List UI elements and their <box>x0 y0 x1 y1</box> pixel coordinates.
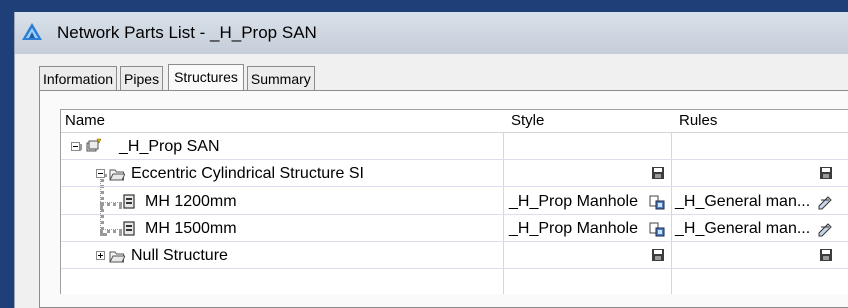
folder-icon <box>109 251 125 263</box>
column-header-rules[interactable]: Rules <box>679 112 717 129</box>
style-value[interactable]: _H_Prop Manhole <box>509 215 638 242</box>
tree-row[interactable]: MH 1200mm _H_Prop Manhole _H_General man… <box>61 188 848 215</box>
rules-value[interactable]: _H_General man... <box>675 215 810 242</box>
style-value[interactable]: _H_Prop Manhole <box>509 188 638 215</box>
rules-edit-icon[interactable] <box>817 221 833 237</box>
tab-information[interactable]: Information <box>39 66 118 91</box>
window-title: Network Parts List - _H_Prop SAN <box>57 23 317 42</box>
civil3d-app-icon <box>22 23 42 40</box>
style-edit-icon[interactable] <box>649 221 665 237</box>
save-disk-icon[interactable] <box>651 166 665 180</box>
tab-pipes[interactable]: Pipes <box>120 66 164 91</box>
tree-row[interactable]: Eccentric Cylindrical Structure SI <box>61 160 848 187</box>
expand-toggle[interactable] <box>96 251 105 260</box>
save-disk-icon[interactable] <box>819 248 833 262</box>
tree-item-label: Eccentric Cylindrical Structure SI <box>131 165 364 182</box>
column-header-style[interactable]: Style <box>511 112 544 129</box>
style-edit-icon[interactable] <box>649 194 665 210</box>
save-disk-icon[interactable] <box>651 248 665 262</box>
tab-structures[interactable]: Structures <box>168 64 244 92</box>
save-disk-icon[interactable] <box>819 166 833 180</box>
title-bar[interactable]: Network Parts List - _H_Prop SAN <box>15 12 848 54</box>
tab-strip: Information Pipes Structures Summary <box>39 63 318 92</box>
folder-icon <box>109 169 125 181</box>
rules-value[interactable]: _H_General man... <box>675 188 810 215</box>
network-icon <box>86 138 101 152</box>
tree-row[interactable]: _H_Prop SAN <box>61 133 848 160</box>
row-divider <box>61 186 848 187</box>
rules-edit-icon[interactable] <box>817 194 833 210</box>
column-header-name[interactable]: Name <box>65 112 105 129</box>
parts-table: Name Style Rules _H_Prop SAN Eccentric C… <box>60 109 848 294</box>
tree-item-label: MH 1500mm <box>145 220 237 237</box>
tab-summary[interactable]: Summary <box>246 66 315 91</box>
structure-icon <box>123 194 135 209</box>
structures-panel: Name Style Rules _H_Prop SAN Eccentric C… <box>39 90 848 308</box>
table-header: Name Style Rules <box>61 110 848 133</box>
row-divider <box>61 268 848 269</box>
tree-row[interactable]: MH 1500mm _H_Prop Manhole _H_General man… <box>61 215 848 242</box>
structure-icon <box>123 221 135 236</box>
collapse-toggle[interactable] <box>71 142 80 151</box>
tree-item-label: _H_Prop SAN <box>119 138 220 155</box>
collapse-toggle[interactable] <box>96 169 105 178</box>
tree-row[interactable]: Null Structure <box>61 242 848 269</box>
network-parts-list-window: Network Parts List - _H_Prop SAN Informa… <box>14 12 848 308</box>
tree-item-label: MH 1200mm <box>145 193 237 210</box>
tree-item-label: Null Structure <box>131 247 228 264</box>
